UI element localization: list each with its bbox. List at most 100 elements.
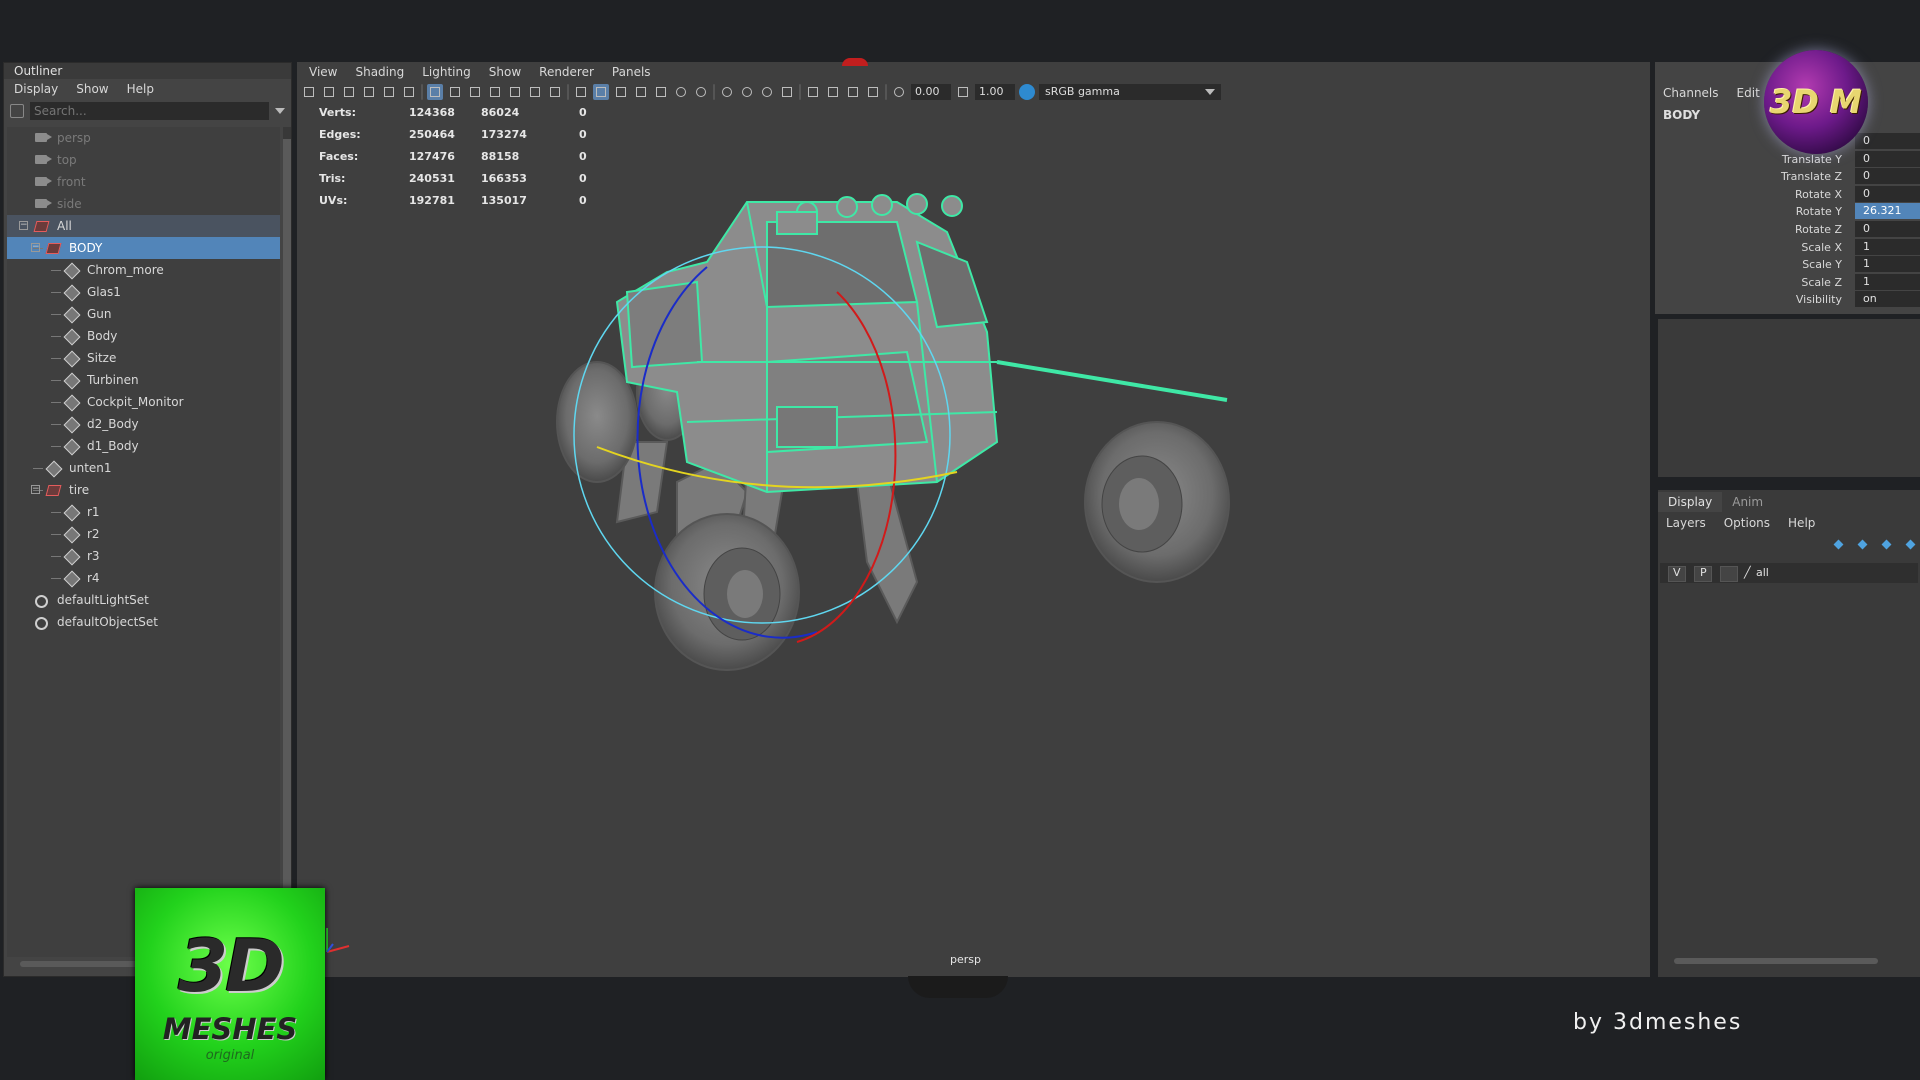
outliner-item[interactable]: − BODY (7, 237, 280, 259)
outliner-item[interactable]: r3 (7, 545, 280, 567)
layer-type-toggle[interactable] (1720, 566, 1738, 582)
channel-value-field[interactable]: 0 (1855, 221, 1920, 237)
logo-small-text: original (205, 1048, 255, 1063)
channel-row[interactable]: Scale Z 1 (1655, 273, 1920, 291)
outliner-item[interactable]: − tire (7, 479, 280, 501)
outliner-item-label: defaultObjectSet (57, 615, 159, 629)
tire-rear-left (654, 513, 800, 671)
byline-text: by 3dmeshes (1573, 1010, 1743, 1035)
3dmeshes-logo: 3D MESHES original (135, 888, 325, 1080)
mesh-icon (65, 573, 79, 583)
outliner-item[interactable]: r1 (7, 501, 280, 523)
outliner-menu-display[interactable]: Display (14, 79, 58, 99)
help-menu[interactable]: Help (1788, 516, 1815, 530)
channel-value-field[interactable]: 1 (1855, 238, 1920, 255)
tree-connector (33, 468, 43, 469)
tab-display[interactable]: Display (1658, 492, 1723, 512)
outliner-item-label: defaultLightSet (57, 593, 149, 607)
outliner-item-label: Glas1 (87, 285, 121, 299)
outliner-item[interactable]: Sitze (7, 347, 280, 369)
channel-value-field[interactable]: 1 (1855, 256, 1920, 273)
tab-anim[interactable]: Anim (1722, 492, 1773, 512)
outliner-item[interactable]: d2_Body (7, 413, 280, 435)
mesh-icon (65, 287, 79, 297)
logo-big-text: 3D (178, 924, 285, 1008)
tree-connector (51, 336, 61, 337)
outliner-scroll-thumb[interactable] (283, 139, 291, 949)
mesh-icon (65, 419, 79, 429)
outliner-item-label: unten1 (69, 461, 112, 475)
layer-row[interactable]: V P ╱ all (1660, 563, 1918, 583)
channel-value-field[interactable]: 0 (1855, 185, 1920, 202)
layer-editor-menubar: Layers Options Help (1666, 516, 1815, 530)
tree-connector (51, 424, 61, 425)
outliner-item[interactable]: Turbinen (7, 369, 280, 391)
channel-row[interactable]: Translate Z 0 (1655, 168, 1920, 185)
outliner-item-label: r4 (87, 571, 100, 585)
move-layer-up-icon[interactable] (1832, 538, 1848, 550)
channels-menu[interactable]: Channels (1663, 86, 1719, 100)
channel-row[interactable]: Rotate Z 0 (1655, 221, 1920, 238)
group-icon (45, 485, 62, 496)
outliner-item[interactable]: r2 (7, 523, 280, 545)
outliner-item[interactable]: persp (7, 127, 280, 149)
channel-value-field[interactable]: 0 (1855, 168, 1920, 185)
outliner-menu-show[interactable]: Show (76, 79, 108, 99)
tree-connector (51, 314, 61, 315)
outliner-item[interactable]: Glas1 (7, 281, 280, 303)
layer-buttons (1832, 538, 1920, 550)
mesh-icon (65, 375, 79, 385)
outliner-item[interactable]: defaultObjectSet (7, 611, 280, 633)
outliner-item[interactable]: Gun (7, 303, 280, 325)
outliner-panel: Outliner Display Show Help persp top front… (3, 62, 292, 977)
outliner-item[interactable]: top (7, 149, 280, 171)
outliner-item[interactable]: r4 (7, 567, 280, 589)
edit-menu[interactable]: Edit (1737, 86, 1760, 100)
layer-color-icon: ╱ (1744, 566, 1751, 579)
collapse-toggle-icon[interactable]: − (31, 485, 40, 494)
filter-icon[interactable] (10, 104, 24, 118)
outliner-item[interactable]: Body (7, 325, 280, 347)
collapse-toggle-icon[interactable]: − (31, 243, 40, 252)
move-layer-down-icon[interactable] (1856, 538, 1872, 550)
mesh-icon (65, 551, 79, 561)
channel-value-field[interactable]: 1 (1855, 273, 1920, 290)
camera-label: persp (950, 953, 981, 966)
outliner-item[interactable]: side (7, 193, 280, 215)
channel-row[interactable]: Scale X 1 (1655, 238, 1920, 256)
outliner-item[interactable]: unten1 (7, 457, 280, 479)
new-layer-icon[interactable] (1880, 538, 1896, 550)
tree-connector (51, 402, 61, 403)
channel-value-field[interactable]: 0 (1855, 133, 1920, 149)
collapse-toggle-icon[interactable]: − (19, 221, 28, 230)
channel-row[interactable]: Translate Y0 (1655, 150, 1920, 168)
tree-connector (51, 380, 61, 381)
outliner-item[interactable]: d1_Body (7, 435, 280, 457)
channel-label: Translate Z (1781, 170, 1842, 184)
outliner-item[interactable]: Chrom_more (7, 259, 280, 281)
options-menu[interactable]: Options (1724, 516, 1770, 530)
channel-value-field[interactable]: 0 (1855, 150, 1920, 167)
outliner-item[interactable]: − All (7, 215, 280, 237)
layer-name[interactable]: all (1756, 566, 1769, 579)
outliner-menu-help[interactable]: Help (127, 79, 154, 99)
outliner-item[interactable]: defaultLightSet (7, 589, 280, 611)
search-dropdown-icon[interactable] (275, 108, 285, 114)
outliner-item[interactable]: front (7, 171, 280, 193)
channel-row[interactable]: Scale Y 1 (1655, 256, 1920, 273)
channel-row[interactable]: Rotate X 0 (1655, 185, 1920, 203)
layer-horizontal-scrollbar[interactable] (1674, 958, 1878, 964)
new-layer-selected-icon[interactable] (1904, 538, 1920, 550)
channel-label: Scale Z (1801, 275, 1842, 289)
channel-row[interactable]: Visibility on (1655, 291, 1920, 308)
layers-menu[interactable]: Layers (1666, 516, 1706, 530)
outliner-search-input[interactable] (30, 102, 269, 120)
tree-connector (51, 512, 61, 513)
channel-row[interactable]: Rotate Y 26.321 (1655, 203, 1920, 220)
vehicle-model-render[interactable] (297, 62, 1650, 977)
channel-value-field[interactable]: on (1855, 291, 1920, 308)
outliner-item[interactable]: Cockpit_Monitor (7, 391, 280, 413)
viewport-panel[interactable]: View Shading Lighting Show Renderer Pane… (297, 62, 1650, 977)
tree-connector (51, 556, 61, 557)
channel-value-field[interactable]: 26.321 (1855, 203, 1920, 220)
